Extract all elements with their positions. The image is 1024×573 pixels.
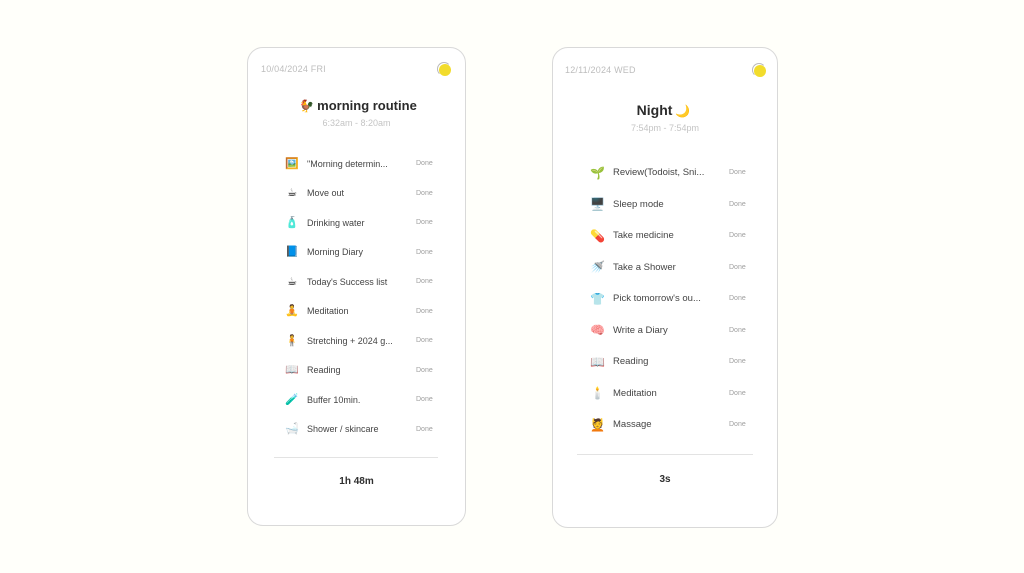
task-status[interactable]: Done (729, 295, 746, 302)
task-status[interactable]: Done (416, 396, 433, 403)
date-label: 12/11/2024 WED (565, 65, 636, 75)
brain-icon: 🧠 (590, 323, 605, 338)
buffer-icon: 🧪 (285, 393, 299, 406)
task-label: Pick tomorrow's ou... (613, 293, 701, 305)
theme-toggle-icon[interactable] (437, 62, 451, 76)
framed-picture-icon: 🖼️ (285, 157, 299, 170)
massage-icon: 💆 (590, 417, 605, 432)
task-status[interactable]: Done (416, 337, 433, 344)
task-item[interactable]: 🛁 Shower / skincare Done (248, 415, 465, 445)
task-status[interactable]: Done (729, 327, 746, 334)
task-status[interactable]: Done (729, 201, 746, 208)
stretching-icon: 🧍 (285, 334, 299, 347)
task-status[interactable]: Done (729, 421, 746, 428)
task-label: Take medicine (613, 230, 674, 242)
routine-card-night: 12/11/2024 WED Night 🌙 7:54pm - 7:54pm 🌱 R… (552, 47, 778, 528)
task-list: 🌱 Review(Todoist, Sni... Done 🖥️ Sleep mode D… (553, 157, 777, 441)
time-range: 7:54pm - 7:54pm (630, 123, 700, 133)
task-item[interactable]: 📖 Reading Done (553, 346, 777, 378)
task-status[interactable]: Done (416, 190, 433, 197)
task-status[interactable]: Done (416, 249, 433, 256)
theme-toggle-icon[interactable] (752, 63, 766, 77)
task-status[interactable]: Done (729, 264, 746, 271)
task-label: Morning Diary (307, 247, 364, 258)
monitor-icon: 🖥️ (590, 197, 605, 212)
routine-title-text: morning routine (317, 98, 417, 113)
task-status[interactable]: Done (729, 169, 746, 176)
task-label: Massage (613, 419, 652, 431)
task-item[interactable]: 💆 Massage Done (553, 409, 777, 441)
task-label: Review(Todoist, Sni... (613, 167, 705, 179)
task-item[interactable]: 🧪 Buffer 10min. Done (248, 385, 465, 415)
task-label: Drinking water (307, 217, 365, 228)
task-item[interactable]: 🖼️ "Morning determin... Done (248, 149, 465, 179)
task-status[interactable]: Done (416, 308, 433, 315)
task-status[interactable]: Done (729, 232, 746, 239)
routine-title: 🐓 morning routine (248, 98, 465, 113)
task-item[interactable]: 🧍 Stretching + 2024 g... Done (248, 326, 465, 356)
rooster-icon: 🐓 (299, 99, 315, 113)
task-label: Buffer 10min. (307, 394, 361, 405)
task-label: Reading (307, 365, 341, 376)
task-item[interactable]: 📖 Reading Done (248, 356, 465, 386)
task-label: Today's Success list (307, 276, 388, 287)
routine-card-morning: 10/04/2024 FRI 🐓 morning routine 6:32am -… (247, 47, 466, 526)
mortar-pestle-icon: 💊 (590, 228, 605, 243)
open-book-icon: 📖 (590, 354, 605, 369)
task-item[interactable]: 🌱 Review(Todoist, Sni... Done (553, 157, 777, 189)
task-label: "Morning determin... (307, 158, 388, 169)
open-book-icon: 📖 (285, 364, 299, 377)
routine-title-text: Night (636, 102, 673, 118)
task-status[interactable]: Done (729, 358, 746, 365)
meditation-icon: 🧘 (285, 305, 299, 318)
task-item[interactable]: 👕 Pick tomorrow's ou... Done (553, 283, 777, 315)
notebook-icon: 📘 (285, 246, 299, 259)
total-duration: 3s (659, 474, 671, 485)
divider (274, 457, 438, 458)
shower-icon: 🚿 (590, 260, 605, 275)
task-status[interactable]: Done (416, 367, 433, 374)
task-item[interactable]: 💊 Take medicine Done (553, 220, 777, 252)
divider (577, 454, 753, 455)
task-list: 🖼️ "Morning determin... Done ☕ Move out Done 🧴… (248, 149, 465, 444)
total-duration: 1h 48m (339, 476, 374, 487)
task-label: Take a Shower (613, 261, 676, 273)
task-item[interactable]: ☕ Move out Done (248, 179, 465, 209)
water-bottle-icon: 🧴 (285, 216, 299, 229)
candle-icon: 🕯️ (590, 386, 605, 401)
routine-title: Night 🌙 (553, 102, 777, 118)
hot-beverage-icon: ☕ (287, 187, 297, 200)
task-status[interactable]: Done (416, 278, 433, 285)
task-item[interactable]: 🧴 Drinking water Done (248, 208, 465, 238)
seedling-icon: 🌱 (590, 165, 605, 180)
task-label: Sleep mode (613, 198, 664, 210)
task-item[interactable]: ☕ Today's Success list Done (248, 267, 465, 297)
date-label: 10/04/2024 FRI (261, 64, 326, 74)
task-label: Move out (307, 188, 345, 199)
outfit-icon: 👕 (590, 291, 605, 306)
task-label: Meditation (613, 387, 657, 399)
task-status[interactable]: Done (416, 160, 433, 167)
task-label: Write a Diary (613, 324, 668, 336)
task-label: Stretching + 2024 g... (307, 335, 393, 346)
task-label: Reading (613, 356, 649, 368)
task-label: Meditation (307, 306, 349, 317)
bathtub-icon: 🛁 (285, 423, 299, 436)
task-item[interactable]: 🕯️ Meditation Done (553, 378, 777, 410)
task-item[interactable]: 🧠 Write a Diary Done (553, 315, 777, 347)
task-label: Shower / skincare (307, 424, 379, 435)
task-status[interactable]: Done (729, 390, 746, 397)
time-range: 6:32am - 8:20am (322, 118, 391, 128)
task-item[interactable]: 🚿 Take a Shower Done (553, 252, 777, 284)
hot-beverage-icon: ☕ (287, 275, 297, 288)
task-status[interactable]: Done (416, 426, 433, 433)
task-item[interactable]: 🧘 Meditation Done (248, 297, 465, 327)
task-status[interactable]: Done (416, 219, 433, 226)
task-item[interactable]: 📘 Morning Diary Done (248, 238, 465, 268)
crescent-moon-icon: 🌙 (675, 104, 691, 118)
task-item[interactable]: 🖥️ Sleep mode Done (553, 189, 777, 221)
